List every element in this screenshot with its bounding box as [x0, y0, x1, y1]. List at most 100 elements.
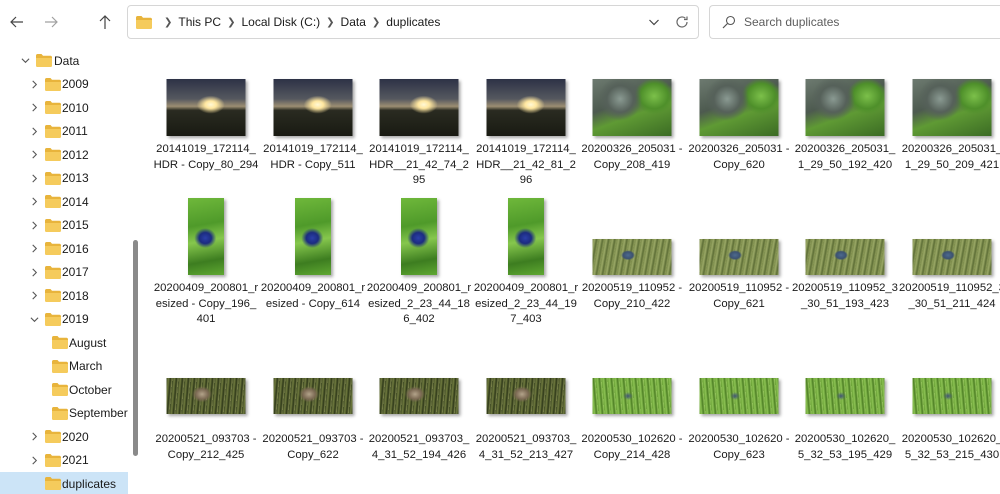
- chevron-down-icon[interactable]: [648, 16, 660, 28]
- file-thumbnail[interactable]: [699, 79, 779, 136]
- file-thumbnail[interactable]: [699, 239, 779, 275]
- file-thumbnail[interactable]: [166, 79, 246, 136]
- file-item[interactable]: 20200530_102620_5_32_53_195_429: [792, 44, 898, 494]
- file-thumbnail[interactable]: [401, 198, 437, 275]
- file-thumbnail[interactable]: [273, 378, 353, 414]
- file-thumbnail[interactable]: [486, 79, 566, 136]
- file-thumbnail[interactable]: [805, 378, 885, 414]
- sidebar-item-2014[interactable]: 2014: [0, 190, 128, 213]
- sidebar-item-2009[interactable]: 2009: [0, 73, 128, 96]
- sidebar-item-2018[interactable]: 2018: [0, 284, 128, 307]
- sidebar-item-2019[interactable]: 2019: [0, 308, 128, 331]
- file-item[interactable]: 20200519_110952 - Copy_621: [686, 44, 792, 494]
- file-thumbnail[interactable]: [379, 378, 459, 414]
- sidebar-item-data[interactable]: Data: [0, 49, 128, 72]
- up-button[interactable]: [95, 12, 115, 32]
- file-item[interactable]: 20200409_200801_resized_2_23_44_186_402: [366, 44, 472, 494]
- file-item[interactable]: 20200326_205031_1_29_50_209_421: [899, 44, 1000, 494]
- file-thumbnail[interactable]: [805, 79, 885, 136]
- sidebar-item-2021[interactable]: 2021: [0, 449, 128, 472]
- chevron-right-icon[interactable]: [28, 243, 40, 255]
- back-button[interactable]: [7, 12, 27, 32]
- scrollbar-thumb[interactable]: [133, 240, 138, 456]
- file-item[interactable]: 20200519_110952 - Copy_210_422: [579, 44, 685, 494]
- file-item[interactable]: 20200409_200801_resized_2_23_44_197_403: [473, 44, 579, 494]
- file-thumbnail[interactable]: [592, 239, 672, 275]
- file-item[interactable]: 20141019_172114_HDR__21_42_74_295: [366, 44, 472, 494]
- file-name: 20141019_172114_HDR - Copy_80_294: [153, 143, 259, 171]
- file-item[interactable]: 20200409_200801_resized - Copy_614: [260, 44, 366, 494]
- file-item[interactable]: 20200519_110952_3_30_51_211_424: [899, 44, 1000, 494]
- chevron-right-icon[interactable]: [28, 454, 40, 466]
- sidebar-item-2016[interactable]: 2016: [0, 237, 128, 260]
- file-thumbnail[interactable]: [912, 239, 992, 275]
- chevron-right-icon[interactable]: [28, 149, 40, 161]
- file-thumbnail[interactable]: [508, 198, 544, 275]
- chevron-down-icon[interactable]: [28, 313, 40, 325]
- file-item[interactable]: 20141019_172114_HDR - Copy_80_294: [153, 44, 259, 494]
- file-item[interactable]: 20200519_110952_3_30_51_193_423: [792, 44, 898, 494]
- chevron-down-icon[interactable]: [19, 55, 31, 67]
- refresh-icon[interactable]: [674, 14, 690, 30]
- file-thumbnail[interactable]: [295, 198, 331, 275]
- file-thumbnail[interactable]: [379, 79, 459, 136]
- sidebar-item-label: 2016: [62, 241, 89, 256]
- file-item[interactable]: 20200326_205031 - Copy_208_419: [579, 44, 685, 494]
- chevron-right-icon[interactable]: [28, 266, 40, 278]
- file-thumbnail[interactable]: [486, 378, 566, 414]
- sidebar-scrollbar[interactable]: [131, 44, 141, 494]
- file-item[interactable]: 20200521_093703_4_31_52_194_426: [366, 44, 472, 494]
- search-box[interactable]: [709, 5, 1000, 39]
- breadcrumb-data[interactable]: Data: [341, 15, 366, 29]
- file-item[interactable]: 20200326_205031_1_29_50_192_420: [792, 44, 898, 494]
- chevron-right-icon[interactable]: [28, 431, 40, 443]
- file-thumbnail[interactable]: [273, 79, 353, 136]
- file-item[interactable]: 20200530_102620 - Copy_623: [686, 44, 792, 494]
- sidebar-item-label: 2021: [62, 453, 89, 467]
- address-bar[interactable]: ❯ This PC ❯ Local Disk (C:) ❯ Data ❯ dup…: [127, 5, 699, 39]
- chevron-right-icon[interactable]: [28, 196, 40, 208]
- sidebar-item-2012[interactable]: 2012: [0, 143, 128, 166]
- file-thumbnail[interactable]: [592, 79, 672, 136]
- file-item[interactable]: 20141019_172114_HDR - Copy_511: [260, 44, 366, 494]
- file-item[interactable]: 20200326_205031 - Copy_620: [686, 44, 792, 494]
- sidebar-item-2015[interactable]: 2015: [0, 214, 128, 237]
- sidebar-item-duplicates[interactable]: duplicates: [0, 472, 128, 494]
- sidebar-item-2011[interactable]: 2011: [0, 120, 128, 143]
- search-input[interactable]: [744, 15, 964, 29]
- breadcrumb-duplicates[interactable]: duplicates: [386, 15, 440, 29]
- file-thumbnail[interactable]: [805, 239, 885, 275]
- file-item[interactable]: 20200530_102620_5_32_53_215_430: [899, 44, 1000, 494]
- file-name: 20200530_102620_5_32_53_195_429: [794, 433, 896, 461]
- chevron-right-icon[interactable]: [28, 290, 40, 302]
- folder-icon: [52, 383, 68, 396]
- chevron-right-icon[interactable]: [28, 172, 40, 184]
- sidebar-item-august[interactable]: August: [0, 331, 128, 354]
- file-item[interactable]: 20200409_200801_resized - Copy_196_401: [153, 44, 259, 494]
- file-thumbnail[interactable]: [166, 378, 246, 414]
- file-item[interactable]: 20200530_102620 - Copy_214_428: [579, 44, 685, 494]
- forward-button[interactable]: [41, 12, 61, 32]
- file-thumbnail[interactable]: [592, 378, 672, 414]
- sidebar-item-september[interactable]: September: [0, 402, 128, 425]
- breadcrumb-local-disk[interactable]: Local Disk (C:): [241, 15, 320, 29]
- file-thumbnail[interactable]: [912, 79, 992, 136]
- sidebar-item-march[interactable]: March: [0, 355, 128, 378]
- chevron-right-icon[interactable]: [28, 102, 40, 114]
- sidebar-item-october[interactable]: October: [0, 378, 128, 401]
- chevron-right-icon[interactable]: [28, 219, 40, 231]
- file-item[interactable]: 20141019_172114_HDR__21_42_81_296: [473, 44, 579, 494]
- file-thumbnail[interactable]: [699, 378, 779, 414]
- sidebar-item-2010[interactable]: 2010: [0, 96, 128, 119]
- sidebar-item-2017[interactable]: 2017: [0, 261, 128, 284]
- chevron-right-icon[interactable]: [28, 125, 40, 137]
- file-thumbnail[interactable]: [912, 378, 992, 414]
- file-thumbnail[interactable]: [188, 198, 224, 275]
- file-item[interactable]: 20200521_093703 - Copy_212_425: [153, 44, 259, 494]
- file-item[interactable]: 20200521_093703 - Copy_622: [260, 44, 366, 494]
- sidebar-item-2020[interactable]: 2020: [0, 425, 128, 448]
- chevron-right-icon[interactable]: [28, 78, 40, 90]
- file-item[interactable]: 20200521_093703_4_31_52_213_427: [473, 44, 579, 494]
- sidebar-item-2013[interactable]: 2013: [0, 167, 128, 190]
- breadcrumb-this-pc[interactable]: This PC: [178, 15, 221, 29]
